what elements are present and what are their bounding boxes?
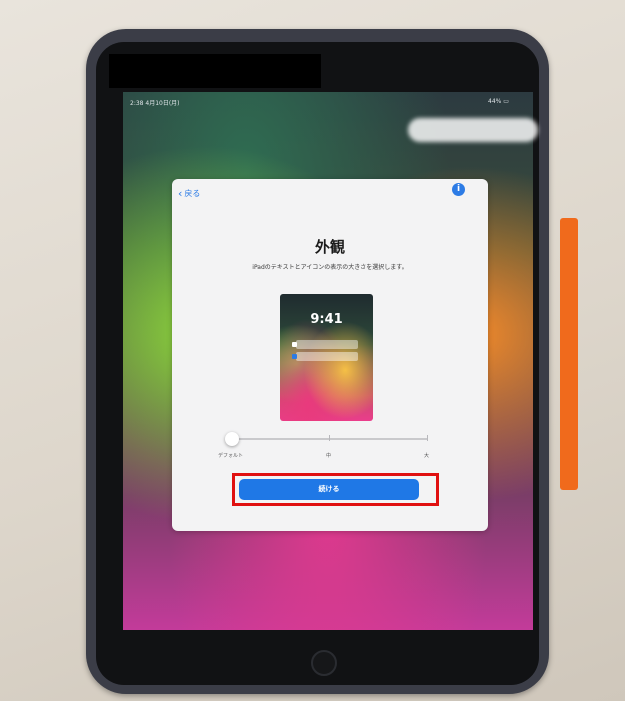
slider-tick <box>329 435 330 441</box>
preview-notification <box>292 340 358 349</box>
slider-label-medium: 中 <box>326 453 332 459</box>
display-preview: 9:41 <box>280 294 373 421</box>
app-icon <box>292 342 297 347</box>
preview-notification <box>292 352 358 361</box>
redaction-bar <box>109 54 321 88</box>
battery-indicator: 44% ▭ <box>488 98 509 105</box>
home-button[interactable] <box>311 650 337 676</box>
page-title: 外観 <box>314 238 345 256</box>
slider-label-large: 大 <box>424 453 430 459</box>
page-subtitle: iPadのテキストとアイコンの表示の大きさを選択します。 <box>252 264 408 271</box>
slider-label-default: デフォルト <box>218 453 244 459</box>
chevron-left-icon: ‹ <box>178 186 183 200</box>
slider-tick <box>427 435 428 441</box>
preview-clock: 9:41 <box>310 312 343 327</box>
app-icon <box>292 354 297 359</box>
back-label: 戻る <box>184 189 201 198</box>
slider-thumb[interactable] <box>225 432 239 446</box>
status-time: 2:38 4月10日(月) <box>130 100 180 107</box>
highlight-box <box>232 473 439 506</box>
text-size-slider[interactable] <box>232 438 428 440</box>
light-glare <box>408 118 538 142</box>
case-strap <box>560 218 578 490</box>
info-icon[interactable]: i <box>452 183 465 196</box>
back-button[interactable]: ‹ 戻る <box>178 188 200 199</box>
